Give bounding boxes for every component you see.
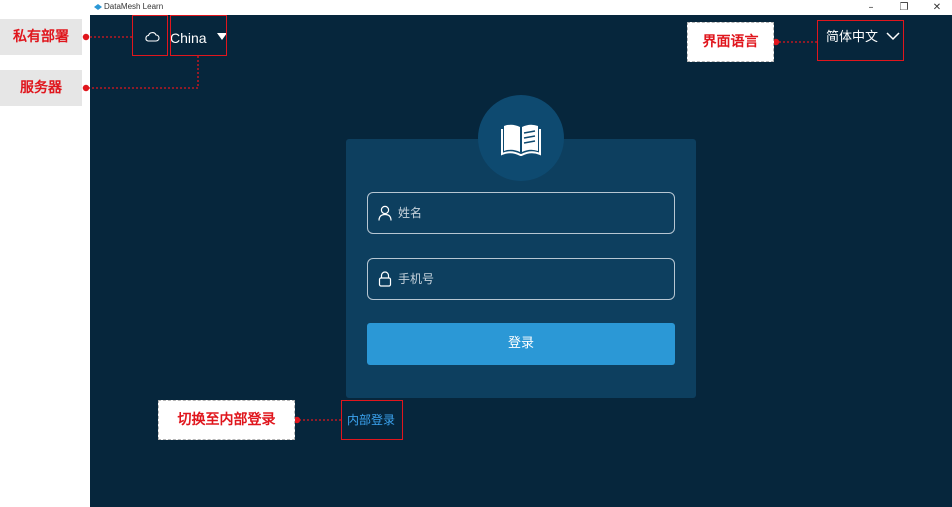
annotation-server: 服务器 bbox=[0, 70, 82, 106]
close-button[interactable]: ✕ bbox=[922, 0, 952, 15]
annotation-box-server bbox=[170, 15, 227, 56]
annotation-ui-language: 界面语言 bbox=[687, 22, 774, 62]
login-button[interactable]: 登录 bbox=[367, 323, 675, 365]
open-book-icon bbox=[501, 124, 541, 156]
lock-icon bbox=[378, 271, 392, 287]
annotation-private-deploy: 私有部署 bbox=[0, 19, 82, 55]
app-logo-icon bbox=[94, 4, 102, 10]
annotation-box-cloud bbox=[132, 15, 168, 56]
window-titlebar: DataMesh Learn – ❐ ✕ bbox=[90, 0, 952, 15]
user-icon bbox=[378, 205, 392, 221]
screenshot-page: DataMesh Learn – ❐ ✕ China 简体中文 姓名 手机号 登… bbox=[0, 0, 952, 507]
phone-field[interactable] bbox=[367, 258, 675, 300]
annotation-box-language bbox=[817, 20, 904, 61]
restore-button[interactable]: ❐ bbox=[889, 0, 919, 15]
name-field[interactable] bbox=[367, 192, 675, 234]
minimize-button[interactable]: – bbox=[856, 0, 886, 15]
annotation-switch-internal: 切换至内部登录 bbox=[158, 400, 295, 440]
name-input[interactable] bbox=[398, 193, 668, 233]
phone-input[interactable] bbox=[398, 259, 668, 299]
window-title: DataMesh Learn bbox=[104, 2, 164, 11]
annotation-box-internal bbox=[341, 400, 403, 440]
